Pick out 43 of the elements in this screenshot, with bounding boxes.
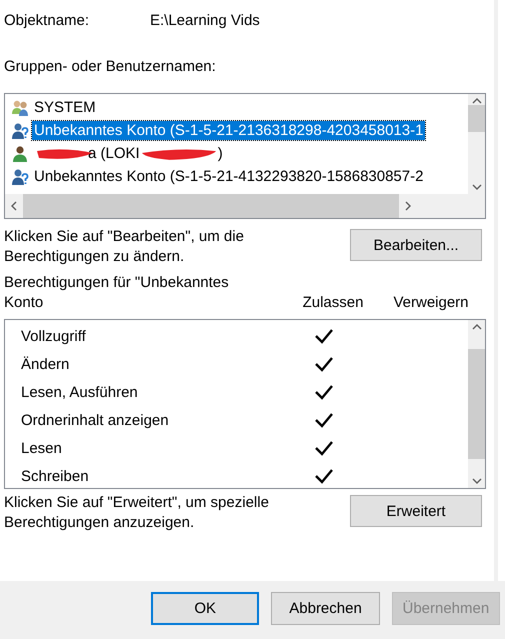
- user-name: ): [218, 145, 223, 162]
- vertical-scrollbar[interactable]: [468, 94, 485, 194]
- scrollbar-thumb[interactable]: [23, 194, 399, 218]
- permission-name: Schreiben: [21, 468, 90, 484]
- user-list-item[interactable]: SYSTEM: [5, 96, 468, 119]
- permission-name: Vollzugriff: [21, 328, 87, 344]
- unknown-user-icon: [11, 168, 29, 186]
- user-name: a (LOKI: [88, 145, 140, 162]
- user-name: SYSTEM: [33, 98, 97, 117]
- permission-name: Ordnerinhalt anzeigen: [21, 412, 170, 428]
- permission-name: Lesen: [21, 440, 63, 456]
- permission-name: Ändern: [21, 356, 70, 372]
- permissions-title: Berechtigungen für "Unbekanntes Konto: [4, 273, 230, 313]
- scroll-down-icon[interactable]: [472, 184, 482, 190]
- user-list-item[interactable]: Unbekanntes Konto (S-1-5-21-4132293820-1586830857-2: [5, 165, 468, 188]
- user-list-item[interactable]: Unbekanntes Konto (S-1-5-21-2136318298-4203458013-1: [5, 119, 468, 142]
- unknown-user-icon: [11, 122, 29, 140]
- groups-label: Gruppen- oder Benutzernamen:: [4, 58, 217, 77]
- object-name: E:\Learning Vids: [150, 12, 260, 31]
- permission-name: Lesen, Ausführen: [21, 384, 139, 400]
- scrollbar-thumb[interactable]: [468, 104, 485, 132]
- object-label: Objektname:: [4, 12, 90, 31]
- advanced-hint: Klicken Sie auf "Erweitert", um spezielle Berechtigungen anzuzeigen.: [4, 493, 270, 533]
- scroll-down-icon[interactable]: [472, 478, 482, 484]
- user-name: Unbekanntes Konto (S-1-5-21-2136318298-4203458013-1: [32, 121, 426, 140]
- edit-hint: Klicken Sie auf "Bearbeiten", um die Berechtigungen zu ändern.: [4, 227, 245, 267]
- user-icon: [11, 144, 29, 162]
- scroll-right-icon[interactable]: [405, 201, 411, 211]
- scroll-up-icon[interactable]: [472, 324, 482, 330]
- user-list-item[interactable]: a (LOKI ): [5, 142, 468, 165]
- column-header: Verweigern: [392, 293, 470, 313]
- advanced-button[interactable]: Erweitert: [350, 495, 482, 527]
- scroll-up-icon[interactable]: [472, 98, 482, 104]
- users-icon: [11, 98, 29, 116]
- scroll-left-icon[interactable]: [11, 201, 17, 211]
- column-header: Zulassen: [302, 293, 364, 313]
- scrollbar-thumb[interactable]: [468, 349, 485, 459]
- ok-button[interactable]: OK: [151, 592, 260, 625]
- edit-button[interactable]: Bearbeiten...: [350, 229, 482, 261]
- user-name: Unbekanntes Konto (S-1-5-21-4132293820-1586830857-2: [33, 167, 424, 186]
- dialog-button[interactable]: Abbrechen: [271, 592, 380, 625]
- horizontal-scrollbar[interactable]: [5, 194, 485, 218]
- vertical-scrollbar[interactable]: [468, 320, 485, 488]
